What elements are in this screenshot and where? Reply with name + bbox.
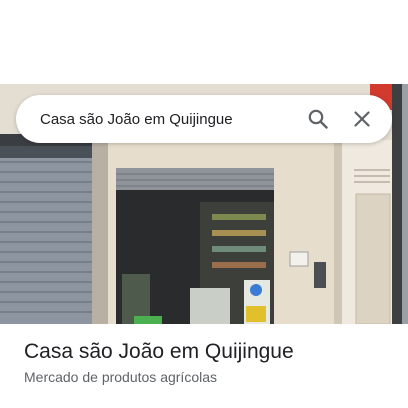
search-bar[interactable]: Casa são João em Quijingue: [16, 95, 392, 143]
search-icon: [308, 109, 328, 129]
place-card: Casa são João em Quijingue Casa são João…: [0, 0, 408, 408]
search-button[interactable]: [300, 101, 336, 137]
search-input[interactable]: Casa são João em Quijingue: [40, 111, 292, 128]
clear-search-button[interactable]: [344, 101, 380, 137]
place-category: Mercado de produtos agrícolas: [24, 369, 217, 385]
close-icon: [354, 111, 370, 127]
place-title[interactable]: Casa são João em Quijingue: [24, 340, 294, 364]
